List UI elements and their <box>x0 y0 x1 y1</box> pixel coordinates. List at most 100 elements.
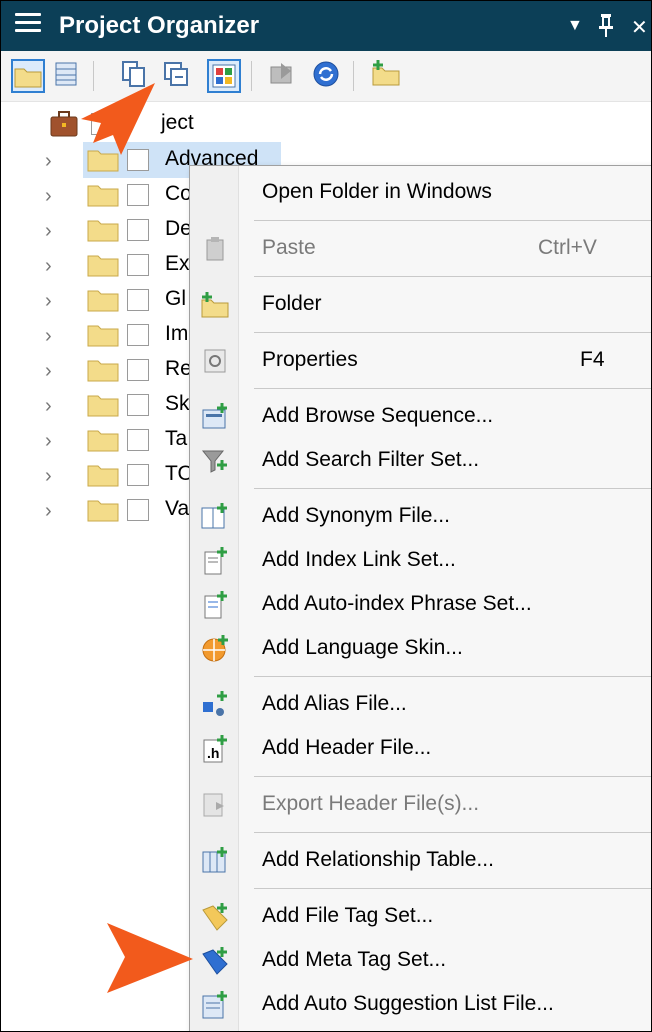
menu-separator <box>254 220 651 221</box>
tree-item-checkbox[interactable] <box>127 464 149 486</box>
menu-item-add-language-skin[interactable]: Add Language Skin... <box>190 626 651 670</box>
menu-item-add-relationship-table[interactable]: Add Relationship Table... <box>190 838 651 882</box>
menu-item-add-header-file[interactable]: .h Add Header File... <box>190 726 651 770</box>
menu-item-add-meta-tag-set[interactable]: Add Meta Tag Set... <box>190 938 651 982</box>
tree-item-checkbox[interactable] <box>127 184 149 206</box>
tree-item-checkbox[interactable] <box>127 499 149 521</box>
folder-icon <box>14 68 42 88</box>
window-title: Project Organizer <box>59 12 260 39</box>
menu-item-add-synonym-file[interactable]: Add Synonym File... <box>190 494 651 538</box>
auto-suggestion-icon <box>200 990 230 1020</box>
paste-icon <box>200 234 230 264</box>
menu-item-label: Folder <box>262 292 322 315</box>
menu-item-label: Paste <box>262 236 316 259</box>
menu-item-add-index-link-set[interactable]: Add Index Link Set... <box>190 538 651 582</box>
expand-chevron-icon[interactable]: › <box>45 255 52 278</box>
folder-icon <box>87 360 119 382</box>
folder-icon <box>87 430 119 452</box>
title-bar: Project Organizer ▼ ✕ <box>1 1 651 51</box>
close-icon[interactable]: ✕ <box>631 15 648 40</box>
color-tiles-button[interactable] <box>207 59 241 93</box>
expand-chevron-icon[interactable]: › <box>45 395 52 418</box>
menu-item-folder[interactable]: Folder <box>190 282 651 326</box>
tree-item-label: De <box>165 217 192 240</box>
context-menu: Open Folder in Windows Paste Ctrl+V Folder P… <box>189 165 651 1031</box>
tree-item-checkbox[interactable] <box>127 289 149 311</box>
tree-item-checkbox[interactable] <box>127 254 149 276</box>
expand-chevron-icon[interactable]: › <box>45 185 52 208</box>
folder-view-button[interactable] <box>11 59 45 93</box>
new-folder-button[interactable] <box>371 59 405 93</box>
folder-icon <box>87 500 119 522</box>
export-button[interactable] <box>267 59 301 93</box>
meta-tag-icon <box>200 946 230 976</box>
menu-item-add-browse-sequence[interactable]: Add Browse Sequence... <box>190 394 651 438</box>
menu-item-add-alias-file[interactable]: Add Alias File... <box>190 682 651 726</box>
menu-item-label: Add Relationship Table... <box>262 848 494 871</box>
menu-item-label: Add Synonym File... <box>262 504 450 527</box>
menu-item-open-folder-in-windows[interactable]: Open Folder in Windows <box>190 170 651 214</box>
expand-chevron-icon[interactable]: › <box>45 500 52 523</box>
expand-chevron-icon[interactable]: › <box>45 325 52 348</box>
expand-chevron-icon[interactable]: › <box>45 290 52 313</box>
language-skin-icon <box>200 634 230 664</box>
menu-separator <box>254 332 651 333</box>
synonym-file-icon <box>200 502 230 532</box>
file-tag-icon <box>200 902 230 932</box>
tree-item-label: Ex <box>165 252 190 275</box>
export-icon <box>270 63 292 84</box>
relationship-table-icon <box>200 846 230 876</box>
menu-item-label: Add Search Filter Set... <box>262 448 480 471</box>
tree-item-checkbox[interactable] <box>127 359 149 381</box>
pin-icon[interactable] <box>599 13 613 43</box>
tree-item-label: Im <box>165 322 189 345</box>
expand-chevron-icon[interactable]: › <box>45 220 52 243</box>
menu-item-add-auto-index-phrase-set[interactable]: Add Auto-index Phrase Set... <box>190 582 651 626</box>
menu-item-export-header-file-s: Export Header File(s)... <box>190 782 651 826</box>
menu-icon[interactable] <box>15 13 41 39</box>
folder-icon <box>87 395 119 417</box>
menu-separator <box>254 676 651 677</box>
menu-item-label: Add Browse Sequence... <box>262 404 494 427</box>
folder-icon <box>87 185 119 207</box>
tree-item-checkbox[interactable] <box>127 324 149 346</box>
tree-item-label: Va <box>165 497 190 520</box>
menu-item-label: Add Index Link Set... <box>262 548 456 571</box>
alias-file-icon <box>200 690 230 720</box>
menu-item-properties[interactable]: Properties F4 <box>190 338 651 382</box>
menu-item-label: Open Folder in Windows <box>262 180 492 203</box>
svg-text:.h: .h <box>207 745 219 761</box>
folder-icon <box>87 290 119 312</box>
menu-item-shortcut: Ctrl+V <box>538 236 597 259</box>
search-filter-icon <box>200 446 230 476</box>
menu-item-add-search-filter-set[interactable]: Add Search Filter Set... <box>190 438 651 482</box>
menu-item-label: Properties <box>262 348 358 371</box>
expand-chevron-icon[interactable]: › <box>45 360 52 383</box>
folder-icon <box>87 220 119 242</box>
tree-item-checkbox[interactable] <box>127 429 149 451</box>
menu-item-shortcut: F4 <box>580 348 605 371</box>
tree-item-checkbox[interactable] <box>127 394 149 416</box>
menu-item-label: Export Header File(s)... <box>262 792 480 815</box>
export-header-icon <box>200 790 230 820</box>
folder-icon <box>87 255 119 277</box>
sync-icon <box>313 61 339 87</box>
menu-item-label: Add Meta Tag Set... <box>262 948 447 971</box>
sync-button[interactable] <box>311 59 345 93</box>
header-file-icon: .h <box>200 734 230 764</box>
menu-item-add-file-tag-set[interactable]: Add File Tag Set... <box>190 894 651 938</box>
folder-icon <box>87 465 119 487</box>
browse-sequence-icon <box>200 402 230 432</box>
expand-chevron-icon[interactable]: › <box>45 150 52 173</box>
menu-item-add-auto-suggestion-list-file[interactable]: Add Auto Suggestion List File... <box>190 982 651 1026</box>
auto-index-icon <box>200 590 230 620</box>
menu-item-paste: Paste Ctrl+V <box>190 226 651 270</box>
expand-chevron-icon[interactable]: › <box>45 465 52 488</box>
menu-separator <box>254 488 651 489</box>
tree-item-checkbox[interactable] <box>127 219 149 241</box>
index-link-icon <box>200 546 230 576</box>
menu-separator <box>254 888 651 889</box>
menu-separator <box>254 276 651 277</box>
dropdown-icon[interactable]: ▼ <box>567 17 583 35</box>
expand-chevron-icon[interactable]: › <box>45 430 52 453</box>
